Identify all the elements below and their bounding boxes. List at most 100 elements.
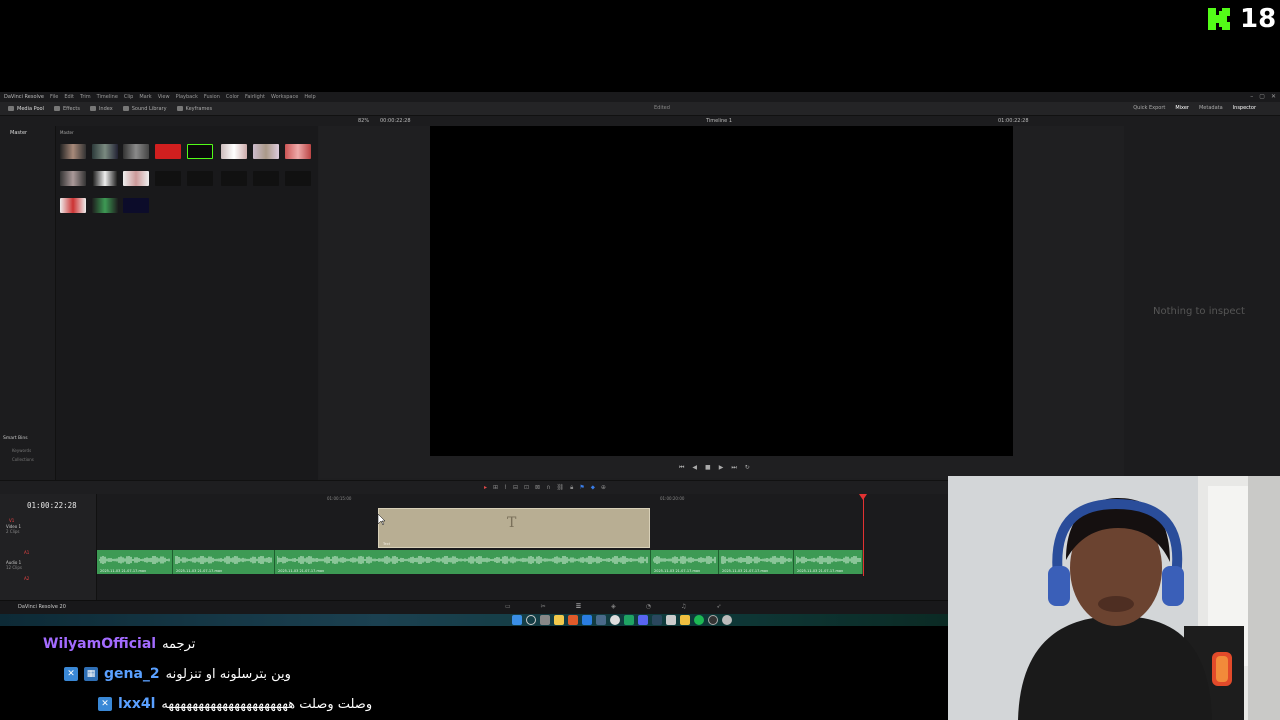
media-thumbnail[interactable] (221, 171, 247, 191)
minimize-icon[interactable]: – (1250, 93, 1253, 100)
menu-view[interactable]: View (158, 94, 170, 100)
zoom-level[interactable]: 82% (358, 118, 369, 124)
insert-icon[interactable]: ⊟ (513, 484, 518, 492)
menu-help[interactable]: Help (304, 94, 315, 100)
metadata-button[interactable]: Metadata (1199, 105, 1223, 111)
media-thumbnail[interactable] (123, 198, 149, 218)
smart-bin-keywords[interactable]: Keywords (12, 448, 31, 453)
track-a1-id[interactable]: A1 (24, 550, 29, 555)
close-icon[interactable]: ✕ (1271, 93, 1276, 100)
media-thumbnail[interactable] (285, 144, 311, 164)
menu-file[interactable]: File (50, 94, 58, 100)
menu-workspace[interactable]: Workspace (271, 94, 298, 100)
media-thumbnail[interactable] (221, 144, 247, 164)
media-thumbnail[interactable] (155, 171, 181, 191)
bin-master[interactable]: Master (10, 130, 27, 136)
lock-icon[interactable]: 🔒︎ (570, 484, 573, 492)
audio-clip[interactable]: 2025-11-03 21-07-17.mov (651, 550, 719, 574)
audio-clip[interactable]: 2025-11-03 21-07-17.mov (719, 550, 794, 574)
blade-tool-icon[interactable]: ⌇ (504, 484, 507, 492)
timeline-name-dropdown[interactable]: Timeline 1 (706, 118, 732, 124)
media-thumbnail[interactable] (60, 198, 86, 218)
jump-start-icon[interactable]: ⏮ (679, 464, 684, 472)
media-thumbnail[interactable] (123, 171, 149, 191)
play-reverse-icon[interactable]: ◀ (692, 464, 697, 472)
flag-icon[interactable]: ⚑ (579, 484, 584, 492)
audio-clip[interactable]: 2025-11-03 21-07-17.mov (275, 550, 651, 574)
overwrite-icon[interactable]: ⊡ (524, 484, 529, 492)
track-v1-id[interactable]: V1 (9, 518, 14, 523)
media-thumbnail[interactable] (187, 144, 213, 164)
play-icon[interactable]: ▶ (719, 464, 724, 472)
media-thumbnail[interactable] (92, 171, 118, 191)
timeline-viewer[interactable] (430, 126, 1013, 456)
inspector-button[interactable]: Inspector (1233, 105, 1256, 111)
media-thumbnail[interactable] (155, 144, 181, 164)
fairlight-page-icon[interactable]: ♫ (681, 603, 686, 610)
file-explorer-icon[interactable] (554, 615, 564, 625)
trim-tool-icon[interactable]: ⊞ (493, 484, 498, 492)
app-icon[interactable] (596, 615, 606, 625)
maps-icon[interactable] (624, 615, 634, 625)
quick-export-button[interactable]: Quick Export (1133, 105, 1165, 111)
search-icon[interactable] (526, 615, 536, 625)
media-page-icon[interactable]: ▭ (505, 603, 511, 610)
text-title-clip[interactable]: T Text (378, 508, 650, 548)
discord-icon[interactable] (638, 615, 648, 625)
store-icon[interactable] (666, 615, 676, 625)
media-thumbnail[interactable] (253, 171, 279, 191)
effects-button[interactable]: Effects (53, 106, 80, 112)
office-icon[interactable] (568, 615, 578, 625)
edit-page-icon[interactable]: ☰ (576, 603, 581, 610)
track-a2-id[interactable]: A2 (24, 576, 29, 581)
loop-icon[interactable]: ↻ (745, 464, 750, 472)
maximize-icon[interactable]: ▢ (1259, 93, 1265, 100)
playhead[interactable] (863, 494, 864, 576)
stop-icon[interactable]: ■ (705, 464, 711, 472)
deliver-page-icon[interactable]: ➶ (716, 603, 721, 610)
browser-icon[interactable] (610, 615, 620, 625)
selection-tool-icon[interactable]: ▸ (484, 484, 487, 492)
spotify-icon[interactable] (694, 615, 704, 625)
start-icon[interactable] (512, 615, 522, 625)
playhead-handle[interactable] (859, 494, 867, 500)
cut-page-icon[interactable]: ✂ (541, 603, 546, 610)
media-thumbnail[interactable] (60, 171, 86, 191)
media-thumbnail[interactable] (92, 144, 118, 164)
mixer-button[interactable]: Mixer (1175, 105, 1189, 111)
obs-icon[interactable] (708, 615, 718, 625)
media-thumbnail[interactable] (60, 144, 86, 164)
vscode-icon[interactable] (582, 615, 592, 625)
fusion-page-icon[interactable]: ◈ (611, 603, 616, 610)
color-page-icon[interactable]: ◔ (646, 603, 651, 610)
menu-fusion[interactable]: Fusion (204, 94, 220, 100)
media-thumbnail[interactable] (187, 171, 213, 191)
menu-timeline[interactable]: Timeline (97, 94, 118, 100)
audio-clip[interactable]: 2025-11-03 21-07-17.mov (794, 550, 863, 574)
media-thumbnail[interactable] (285, 171, 311, 191)
menu-trim[interactable]: Trim (80, 94, 91, 100)
media-thumbnail[interactable] (123, 144, 149, 164)
smart-bin-collections[interactable]: Collections (12, 457, 34, 462)
audio-clip[interactable]: 2025-11-03 21-07-17.mov (173, 550, 275, 574)
task-view-icon[interactable] (540, 615, 550, 625)
sound-library-button[interactable]: Sound Library (122, 106, 167, 112)
zoom-icon[interactable]: ⊕ (601, 484, 606, 492)
keyframes-button[interactable]: Keyframes (176, 106, 212, 112)
media-pool-button[interactable]: Media Pool (8, 106, 44, 112)
menu-playback[interactable]: Playback (176, 94, 198, 100)
media-thumbnail[interactable] (92, 198, 118, 218)
settings-icon[interactable] (722, 615, 732, 625)
media-thumbnail[interactable] (253, 144, 279, 164)
marker-icon[interactable]: ⬥ (591, 484, 595, 492)
audio-clip[interactable]: 2025-11-03 21-07-17.mov (97, 550, 173, 574)
steam-icon[interactable] (652, 615, 662, 625)
index-button[interactable]: Index (89, 106, 113, 112)
menu-mark[interactable]: Mark (139, 94, 151, 100)
menu-clip[interactable]: Clip (124, 94, 133, 100)
snapping-icon[interactable]: ∩ (546, 484, 550, 492)
jump-end-icon[interactable]: ⏭ (731, 464, 736, 472)
replace-icon[interactable]: ⊠ (535, 484, 540, 492)
linked-selection-icon[interactable]: ⛓ (556, 484, 564, 492)
menu-edit[interactable]: Edit (64, 94, 74, 100)
